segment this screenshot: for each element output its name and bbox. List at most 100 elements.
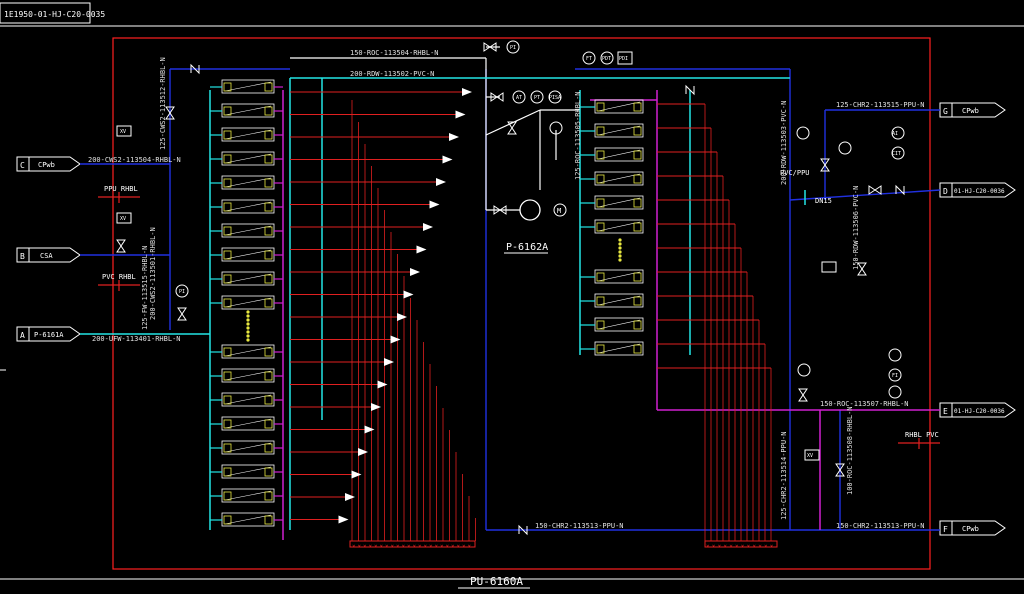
flow-arrow-icon: [351, 470, 362, 479]
svg-text:D: D: [943, 187, 948, 196]
pipe-label-left-bottom: 200-UFW-113401-RHBL-N: [92, 335, 181, 343]
flow-arrow-icon: [416, 245, 427, 254]
pump-P-6162A[interactable]: M P-6162A: [504, 199, 567, 254]
pipe-label-bottom-right: 150-CHR2-113513-PPU-N: [836, 522, 925, 530]
flow-arrow-icon: [338, 515, 349, 524]
membrane-module: [221, 416, 275, 431]
flow-arrow-icon: [449, 133, 459, 141]
tag-pvc-ppu: PVC/PPU: [780, 169, 810, 177]
continuation-dot: [246, 326, 250, 330]
membrane-module: [221, 79, 275, 94]
valve-icon[interactable]: [798, 388, 808, 402]
connector-F[interactable]: F CPwb: [939, 520, 1006, 536]
pipe-label-left-cws: 200-CWS2-113504-RHBL-N: [88, 156, 181, 164]
continuation-dot: [246, 338, 250, 342]
tag-dn15: DN15: [815, 197, 832, 205]
flow-arrow-icon: [442, 155, 453, 164]
svg-text:E: E: [943, 407, 948, 416]
membrane-module: [594, 147, 644, 162]
pipe-label-right-vert-3: 125-CHR2-113514-PPU-N: [780, 431, 788, 520]
membrane-module: [221, 175, 275, 190]
membrane-module: [594, 269, 644, 284]
svg-text:FI: FI: [892, 373, 898, 379]
continuation-dot: [618, 254, 622, 258]
membrane-module: [221, 440, 275, 455]
svg-text:XV: XV: [120, 129, 126, 135]
membrane-module: [221, 103, 275, 118]
connector-B[interactable]: B CSA: [16, 247, 81, 263]
pipe-label-left-vert-1: 125-CWS2-113512-RHBL-N: [159, 57, 167, 150]
svg-text:01-HJ-C20-0036: 01-HJ-C20-0036: [954, 188, 1005, 195]
flow-arrow-icon: [397, 313, 407, 321]
continuation-dot: [246, 314, 250, 318]
instrument-bubble-icon: [838, 141, 852, 155]
svg-text:FT: FT: [586, 56, 592, 62]
connector-G[interactable]: G CPwb: [939, 102, 1006, 118]
membrane-module: [594, 341, 644, 356]
membrane-module: [221, 199, 275, 214]
flow-arrow-icon: [403, 290, 414, 299]
instrument-bubble-icon: [888, 348, 902, 362]
membrane-module: [221, 271, 275, 286]
flow-arrow-icon: [384, 358, 394, 366]
instrument-bubble-icon: [797, 363, 811, 377]
svg-text:B: B: [20, 252, 25, 261]
right-permeate-lines: × × × × × × × × × × × ×: [657, 103, 774, 550]
tag-ppu-rhbl: PPU RHBL: [104, 185, 138, 193]
valve-icon[interactable]: [868, 185, 882, 195]
membrane-module: [221, 295, 275, 310]
tag-pvc-rhbl: PVC RHBL: [102, 273, 136, 281]
membrane-module: [221, 512, 275, 527]
membrane-module: [221, 464, 275, 479]
pipe-label-right-vert-2: 150-RDW-113506-PVC-N: [852, 186, 860, 270]
svg-text:P-6161A: P-6161A: [34, 331, 64, 339]
svg-text:A: A: [20, 331, 25, 340]
continuation-dot: [246, 334, 250, 338]
flow-arrow-icon: [345, 493, 355, 501]
instrument-bubble-icon: [888, 385, 902, 399]
pipe-label-right-top: 125-CHR2-113515-PPU-N: [836, 101, 925, 109]
instrument-bubble-icon: [796, 126, 810, 140]
membrane-module: [594, 99, 644, 114]
membrane-module: [221, 223, 275, 238]
flow-arrow-icon: [377, 380, 388, 389]
membrane-module: [221, 151, 275, 166]
white-pipes: [290, 46, 580, 211]
tag-rhbl-pvc: RHBL PVC: [905, 431, 939, 439]
flow-arrow-icon: [429, 200, 440, 209]
svg-text:F: F: [943, 525, 948, 534]
pipe-label-mid-roc: 125-ROC-113505-RHBL-N: [574, 91, 582, 180]
flow-arrow-icon: [436, 178, 446, 186]
continuation-dot: [246, 330, 250, 334]
svg-text:CIT: CIT: [892, 151, 901, 157]
continuation-dot: [618, 246, 622, 250]
valve-icon[interactable]: [177, 307, 187, 321]
svg-text:XV: XV: [807, 453, 813, 459]
continuation-dot: [246, 310, 250, 314]
svg-text:CPwb: CPwb: [962, 107, 979, 115]
svg-text:PDT: PDT: [602, 56, 611, 62]
connector-D[interactable]: D 01-HJ-C20-0036: [939, 182, 1016, 198]
right-membrane-bank: [580, 99, 644, 356]
connector-E[interactable]: E 01-HJ-C20-0036: [939, 402, 1016, 418]
connector-A[interactable]: A P-6161A: [16, 326, 81, 342]
flow-arrow-icon: [390, 335, 401, 344]
valve-icon[interactable]: [116, 239, 126, 253]
membrane-module: [594, 195, 644, 210]
valve-icon[interactable]: [507, 121, 517, 135]
flow-arrow-icon: [455, 110, 466, 119]
svg-text:01-HJ-C20-0036: 01-HJ-C20-0036: [954, 408, 1005, 415]
connector-C[interactable]: C CPwb: [16, 156, 81, 172]
svg-text:PT: PT: [534, 95, 540, 101]
package-label: PU-6160A: [470, 575, 523, 588]
left-membrane-bank: [210, 79, 283, 527]
continuation-dot: [618, 238, 622, 242]
pipe-label-top-roc: 150-ROC-113504-RHBL-N: [350, 49, 439, 57]
flow-arrow-icon: [364, 425, 375, 434]
membrane-module: [221, 247, 275, 262]
pump-icon: [519, 199, 541, 221]
svg-text:CPwb: CPwb: [962, 525, 979, 533]
membrane-module: [221, 344, 275, 359]
membrane-module: [221, 127, 275, 142]
continuation-dot: [618, 242, 622, 246]
